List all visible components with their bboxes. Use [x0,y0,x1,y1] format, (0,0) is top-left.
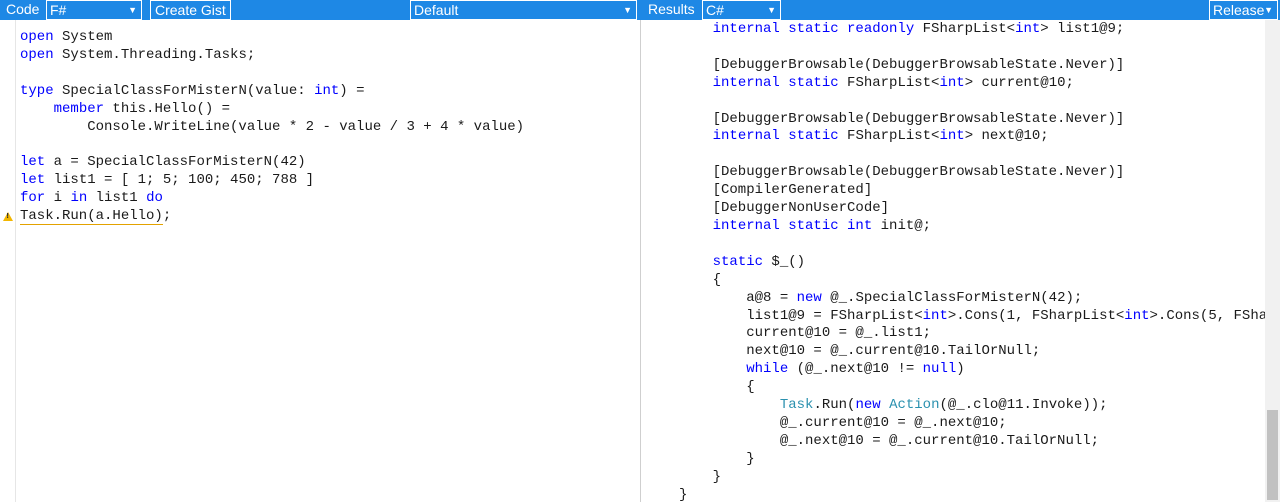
code-line: internal static FSharpList<int> next@10; [712,128,1049,145]
code-line: internal static int init@; [712,217,932,234]
code-line: } [679,450,755,467]
code-line: for i in list1 do [20,190,163,207]
source-code[interactable]: open System open System.Threading.Tasks;… [20,29,524,226]
code-line: [DebuggerBrowsable(DebuggerBrowsableStat… [679,56,1125,73]
code-editor[interactable]: open System open System.Threading.Tasks;… [0,20,640,502]
code-line: let list1 = [ 1; 5; 100; 450; 788 ] [20,172,315,189]
code-label: Code [6,1,40,17]
code-line: type SpecialClassForMisterN(value: int) … [20,82,365,99]
toolbar: Code F# ▼ Create Gist Default ▼ Results … [0,0,1280,20]
results-panel: internal static readonly FSharpList<int>… [641,20,1265,502]
code-line: } [679,468,722,485]
code-line: internal static FSharpList<int> current@… [712,74,1074,91]
caret-down-icon: ▼ [623,5,632,15]
mode-select-value: Default [414,2,459,18]
language-select[interactable]: F# ▼ [46,0,142,20]
code-line: Console.WriteLine(value * 2 - value / 3 … [20,118,525,135]
code-line: member this.Hello() = [53,100,231,117]
code-line: @_.next@10 = @_.current@10.TailOrNull; [679,432,1100,449]
code-line: [DebuggerBrowsable(DebuggerBrowsableStat… [679,110,1125,127]
code-line: next@10 = @_.current@10.TailOrNull; [679,343,1041,360]
warning-icon [3,212,13,221]
code-line: [CompilerGenerated] [679,182,873,199]
create-gist-button[interactable]: Create Gist [150,0,231,20]
editor-gutter [0,20,16,502]
scrollbar-thumb[interactable] [1267,410,1278,500]
code-line: open System.Threading.Tasks; [20,46,256,63]
output-language-select[interactable]: C# ▼ [702,0,781,20]
caret-down-icon: ▼ [128,5,137,15]
output-language-select-value: C# [706,2,724,18]
caret-down-icon: ▼ [767,5,776,15]
code-line: a@8 = new @_.SpecialClassForMisterN(42); [679,289,1083,306]
code-line: { [679,271,722,288]
language-select-value: F# [50,2,67,18]
build-config-select[interactable]: Release ▼ [1209,0,1278,20]
code-line: { [679,379,755,396]
code-line: current@10 = @_.list1; [679,325,932,342]
code-line: let a = SpecialClassForMisterN(42) [20,154,306,171]
code-line: Task.Run(new Action(@_.clo@11.Invoke)); [779,397,1108,414]
code-line: [DebuggerBrowsable(DebuggerBrowsableStat… [679,164,1125,181]
code-line: static $_() [712,253,806,270]
results-label: Results [648,1,695,17]
code-line: internal static readonly FSharpList<int>… [712,21,1125,37]
code-line: } [679,486,688,502]
code-line: Task.Run(a.Hello); [20,208,172,226]
code-line: while (@_.next@10 != null) [746,361,965,378]
decompiled-code: internal static readonly FSharpList<int>… [679,21,1265,502]
mode-select[interactable]: Default ▼ [410,0,637,20]
code-line: open System [20,29,113,45]
code-line: @_.current@10 = @_.next@10; [679,414,1007,431]
results-scrollbar[interactable] [1265,20,1280,502]
build-config-select-value: Release [1213,2,1265,18]
code-line: [DebuggerNonUserCode] [679,200,890,217]
caret-down-icon: ▼ [1264,5,1273,15]
code-line: list1@9 = FSharpList<int>.Cons(1, FSharp… [679,307,1265,324]
